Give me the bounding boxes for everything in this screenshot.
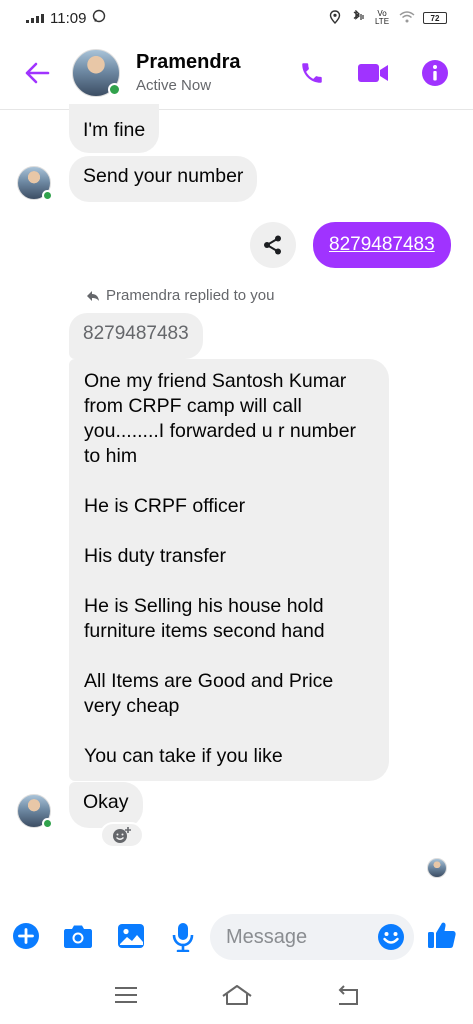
image-icon bbox=[118, 924, 144, 948]
message-bubble-incoming[interactable]: I'm fine bbox=[69, 104, 160, 153]
reply-context-label: Pramendra replied to you bbox=[86, 287, 274, 304]
message-paragraph: He is CRPF officer bbox=[84, 495, 246, 517]
microphone-icon bbox=[172, 923, 194, 952]
add-reaction-button[interactable] bbox=[100, 822, 144, 848]
contact-avatar[interactable] bbox=[72, 48, 121, 97]
menu-lines-icon bbox=[114, 987, 137, 1003]
volte-indicator: Vo LTE bbox=[374, 9, 390, 26]
smiley-icon bbox=[378, 924, 404, 950]
message-bubble-outgoing-number[interactable]: 8279487483 bbox=[313, 222, 451, 268]
camera-button[interactable] bbox=[63, 923, 93, 949]
phone-icon bbox=[302, 62, 322, 83]
online-indicator bbox=[42, 818, 53, 829]
return-icon bbox=[338, 985, 358, 1005]
voice-call-button[interactable] bbox=[299, 60, 325, 86]
emoji-button[interactable] bbox=[377, 923, 405, 951]
share-button[interactable] bbox=[250, 222, 296, 268]
message-composer bbox=[0, 908, 473, 966]
camera-icon bbox=[64, 925, 92, 948]
home-button[interactable] bbox=[217, 975, 257, 1015]
contact-status: Active Now bbox=[136, 77, 212, 94]
message-bubble-incoming[interactable]: Send your number bbox=[69, 156, 258, 202]
recent-apps-button[interactable] bbox=[106, 975, 146, 1015]
back-button[interactable] bbox=[22, 58, 52, 88]
status-time: 11:09 bbox=[50, 9, 87, 27]
reply-context-text: Pramendra replied to you bbox=[106, 287, 275, 304]
message-bubble-incoming-long[interactable]: One my friend Santosh Kumar from CRPF ca… bbox=[69, 359, 389, 781]
info-icon bbox=[422, 59, 448, 86]
message-paragraph: One my friend Santosh Kumar from CRPF ca… bbox=[84, 370, 357, 467]
back-nav-button[interactable] bbox=[328, 975, 368, 1015]
thumbs-up-icon bbox=[428, 922, 456, 948]
system-navigation-bar bbox=[0, 966, 473, 1024]
whatsapp-icon bbox=[92, 9, 106, 27]
status-bar: 11:09 Vo LTE 72 bbox=[0, 0, 473, 36]
message-paragraph: His duty transfer bbox=[84, 545, 226, 567]
message-paragraph: He is Selling his house hold furniture i… bbox=[84, 595, 325, 642]
online-indicator bbox=[108, 82, 121, 96]
share-icon bbox=[264, 235, 281, 255]
seen-receipt-avatar bbox=[427, 858, 447, 878]
gallery-button[interactable] bbox=[117, 923, 145, 949]
sender-avatar[interactable] bbox=[17, 166, 53, 201]
plus-circle-icon bbox=[13, 923, 39, 949]
home-icon bbox=[221, 985, 252, 1005]
messenger-chat-screen: 11:09 Vo LTE 72 Pramendra Active Now I'm… bbox=[0, 0, 473, 1024]
more-actions-button[interactable] bbox=[12, 922, 40, 950]
chat-header: Pramendra Active Now bbox=[0, 36, 473, 110]
smiley-plus-icon bbox=[113, 827, 131, 843]
info-button[interactable] bbox=[421, 59, 449, 87]
quoted-message[interactable]: 8279487483 bbox=[69, 313, 203, 359]
wifi-icon bbox=[399, 10, 415, 26]
signal-icon bbox=[26, 13, 44, 23]
contact-name: Pramendra bbox=[136, 51, 241, 73]
location-icon bbox=[329, 9, 341, 27]
avatar-image bbox=[427, 858, 447, 878]
like-button[interactable] bbox=[427, 920, 457, 950]
message-paragraph: You can take if you like bbox=[84, 745, 283, 767]
message-paragraph: All Items are Good and Price very cheap bbox=[84, 670, 334, 717]
video-call-button[interactable] bbox=[357, 62, 389, 84]
online-indicator bbox=[42, 190, 53, 201]
video-camera-icon bbox=[358, 63, 388, 82]
contact-info[interactable]: Pramendra Active Now bbox=[136, 51, 241, 94]
sender-avatar[interactable] bbox=[17, 794, 53, 829]
reply-arrow-icon bbox=[87, 290, 99, 301]
arrow-left-icon bbox=[25, 62, 50, 83]
bluetooth-vibrate-icon bbox=[349, 8, 365, 27]
battery-icon: 72 bbox=[423, 12, 447, 24]
voice-message-button[interactable] bbox=[172, 922, 194, 952]
